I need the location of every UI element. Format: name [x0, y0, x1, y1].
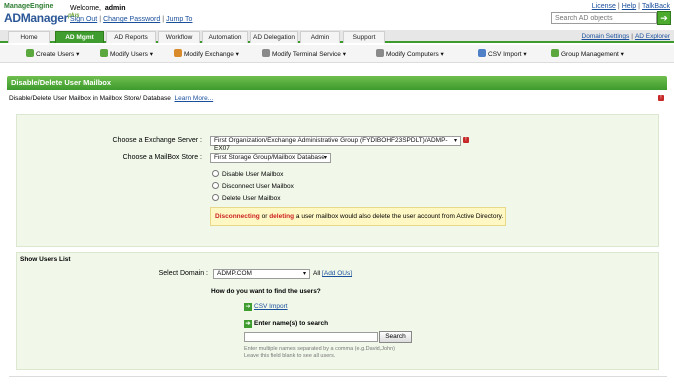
subnav-create-users[interactable]: Create Users ▾	[26, 49, 79, 58]
radio-button[interactable]	[212, 194, 219, 201]
subnav-modify-terminal-service[interactable]: Modify Terminal Service ▾	[262, 49, 346, 58]
option-disable-mailbox[interactable]: Disable User Mailbox	[212, 170, 283, 178]
tab-workflow[interactable]: Workflow	[158, 31, 200, 43]
radio-button[interactable]	[212, 182, 219, 189]
sign-out-link[interactable]: Sign Out	[70, 16, 97, 23]
username: admin	[104, 5, 126, 12]
brand-logo-small: ManageEngine	[4, 3, 54, 10]
arrow-right-icon: ➔	[660, 13, 668, 23]
user-edit-icon	[100, 49, 108, 58]
mailbox-store-select[interactable]: First Storage Group/Mailbox Database ▾	[210, 153, 331, 163]
terminal-icon	[262, 49, 270, 58]
ad-explorer-link[interactable]: AD Explorer	[635, 33, 670, 40]
tab-ad-reports[interactable]: AD Reports	[106, 31, 156, 43]
csv-import-option[interactable]: ➔ CSV Import	[244, 303, 288, 311]
info-icon[interactable]: !	[463, 137, 469, 143]
chevron-down-icon: ▾	[302, 271, 306, 277]
domain-label: Select Domain :	[158, 270, 208, 277]
names-search-input[interactable]	[244, 332, 378, 342]
radio-button[interactable]	[212, 170, 219, 177]
search-input[interactable]	[551, 12, 657, 24]
user-add-icon	[26, 49, 34, 58]
all-label: All [Add OUs]	[313, 270, 353, 277]
change-password-link[interactable]: Change Password	[103, 16, 160, 23]
tab-ad-mgmt[interactable]: AD Mgmt	[55, 31, 104, 43]
subnav-modify-users[interactable]: Modify Users ▾	[100, 49, 153, 58]
bottom-divider	[9, 376, 667, 377]
subnav-modify-exchange[interactable]: Modify Exchange ▾	[174, 49, 239, 58]
license-link[interactable]: License	[592, 3, 616, 10]
help-link[interactable]: Help	[622, 3, 636, 10]
arrow-right-icon: ➔	[244, 320, 252, 328]
warning-message: Disconnecting or deleting a user mailbox…	[210, 207, 506, 226]
computer-icon	[376, 49, 384, 58]
nav-right-links: Domain Settings | AD Explorer	[581, 33, 670, 40]
option-disconnect-mailbox[interactable]: Disconnect User Mailbox	[212, 182, 294, 190]
option-delete-mailbox[interactable]: Delete User Mailbox	[212, 194, 281, 202]
learn-more-link[interactable]: Learn More...	[174, 95, 213, 102]
csv-import-link[interactable]: CSV Import	[254, 303, 288, 310]
exchange-icon	[174, 49, 182, 58]
chevron-down-icon: ▾	[323, 155, 327, 161]
find-users-question: How do you want to find the users?	[211, 288, 321, 295]
exchange-server-label: Choose a Exchange Server :	[112, 137, 203, 144]
subnav-modify-computers[interactable]: Modify Computers ▾	[376, 49, 444, 58]
search-hint: Enter multiple names separated by a comm…	[244, 346, 396, 359]
header: ManageEngine ADManagerplus Welcome, admi…	[0, 0, 674, 30]
search-button[interactable]: Search	[379, 331, 412, 343]
subnav-csv-import[interactable]: CSV Import ▾	[478, 49, 527, 58]
tab-ad-delegation[interactable]: AD Delegation	[250, 31, 298, 43]
search-go-button[interactable]: ➔	[657, 11, 671, 25]
mailbox-store-label: Choose a MailBox Store :	[122, 154, 202, 161]
tab-home[interactable]: Home	[8, 31, 50, 43]
brand-logo[interactable]: ADManagerplus	[4, 11, 79, 25]
arrow-right-icon: ➔	[244, 303, 252, 311]
page-description: Disable/Delete User Mailbox in Mailbox S…	[9, 95, 214, 102]
jump-to-link[interactable]: Jump To	[166, 16, 192, 23]
talkback-link[interactable]: TalkBack	[642, 3, 670, 10]
main-nav: Home AD Mgmt AD Reports Workflow Automat…	[0, 30, 674, 43]
users-section-title: Show Users List	[20, 256, 71, 263]
domain-select[interactable]: ADMP.COM ▾	[213, 269, 310, 279]
tab-support[interactable]: Support	[343, 31, 385, 43]
help-icon[interactable]: !	[658, 95, 664, 101]
top-links: License | Help | TalkBack	[591, 3, 670, 10]
tab-automation[interactable]: Automation	[202, 31, 248, 43]
chevron-down-icon: ▾	[453, 138, 457, 144]
csv-icon	[478, 49, 486, 58]
page-title: Disable/Delete User Mailbox	[7, 76, 667, 90]
group-icon	[551, 49, 559, 58]
user-links: Sign Out | Change Password | Jump To	[70, 16, 193, 23]
subnav-group-management[interactable]: Group Management ▾	[551, 49, 624, 58]
tab-admin[interactable]: Admin	[300, 31, 340, 43]
exchange-server-select[interactable]: First Organization/Exchange Administrati…	[210, 136, 461, 152]
mailbox-form-panel	[16, 114, 659, 247]
enter-names-option[interactable]: ➔ Enter name(s) to search	[244, 320, 328, 328]
welcome-text: Welcome, admin	[70, 5, 126, 12]
sub-nav: Create Users ▾ Modify Users ▾ Modify Exc…	[0, 45, 674, 63]
add-ous-link[interactable]: [Add OUs]	[322, 270, 352, 277]
domain-settings-link[interactable]: Domain Settings	[582, 33, 630, 40]
